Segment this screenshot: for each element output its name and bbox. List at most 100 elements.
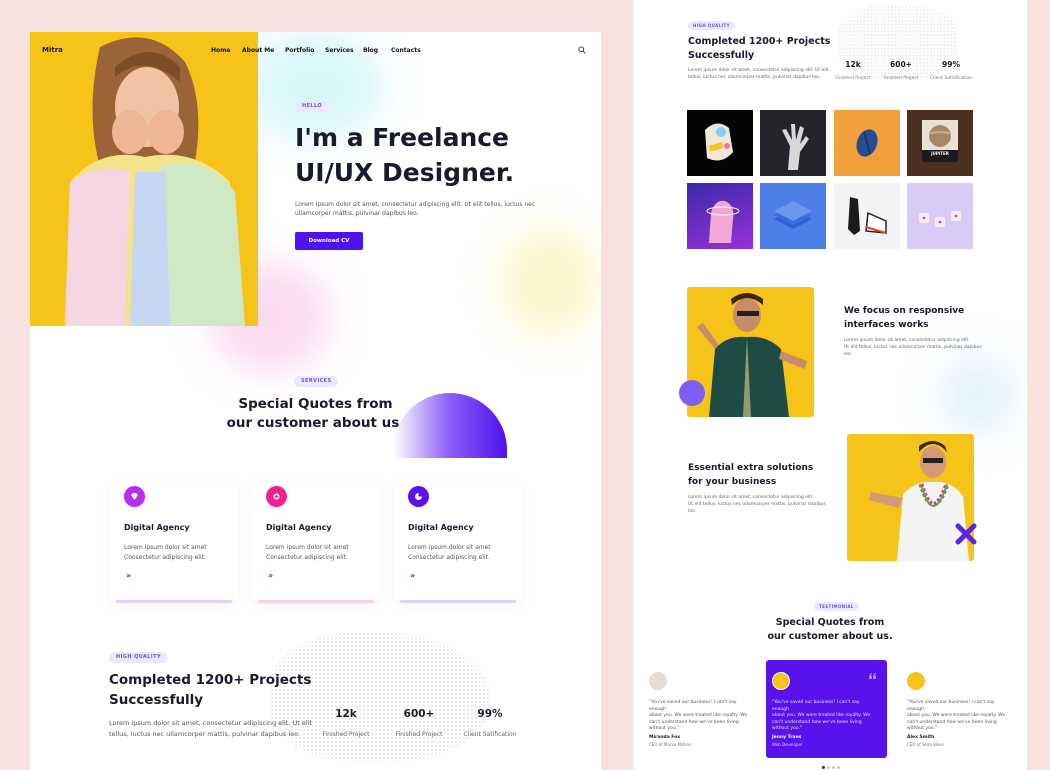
carousel-dot[interactable] xyxy=(827,766,830,769)
chart-icon xyxy=(408,486,429,507)
services-title-line2: our customer about us. xyxy=(226,415,405,431)
avatar xyxy=(649,672,667,690)
carousel-dot-active[interactable] xyxy=(822,766,825,769)
nav-home[interactable]: Home xyxy=(211,47,230,54)
nav-portfolio[interactable]: Portfolio xyxy=(285,47,314,54)
quality-desc-line1: Lorem ipsum dolor sit amet, consectetur … xyxy=(688,68,829,73)
portfolio-tile[interactable] xyxy=(907,183,973,249)
hero-desc-line2: ullamcorper mattis, pulvinar dapibus leo… xyxy=(295,210,419,217)
testimonial-name: Alex Smith xyxy=(907,735,935,740)
carousel-dots xyxy=(822,766,840,769)
portfolio-tile[interactable]: JUPITER xyxy=(907,110,973,176)
quote-mark-icon xyxy=(869,673,876,679)
double-chevron-right-icon[interactable]: » xyxy=(410,571,415,580)
feature1-title-line2: interfaces works xyxy=(844,320,929,330)
quality-desc-line1: Lorem ipsum dolor sit amet, consectetur … xyxy=(109,719,313,727)
quality-title-line2: Successfully xyxy=(688,50,755,61)
carousel-dot[interactable] xyxy=(837,766,840,769)
world-map-dots xyxy=(270,632,490,762)
avatar xyxy=(772,672,790,690)
stat-label: Client Satification xyxy=(463,731,517,738)
nav-services[interactable]: Services xyxy=(325,47,354,54)
quality-tag: HIGH QUALITY xyxy=(109,652,168,663)
feature2-desc-line2: Ut elit tellus, luctus nec ullamcorper m… xyxy=(688,502,826,507)
service-card[interactable]: Digital Agency Lorem ipsum dolor sit ame… xyxy=(394,482,522,603)
diamond-icon xyxy=(124,486,145,507)
hero-photo xyxy=(30,32,258,326)
quality-title-line2: Successfully xyxy=(109,692,204,708)
quality-title-line1: Completed 1200+ Projects xyxy=(688,36,831,47)
double-chevron-right-icon[interactable]: » xyxy=(268,571,273,580)
testimonial-card: "You've saved our business! I can't say … xyxy=(901,660,1021,758)
search-icon[interactable] xyxy=(578,46,586,54)
hero-title-line1: I'm a Freelance xyxy=(295,123,510,152)
feature1-desc-line1: Lorem ipsum dolor sit amet, consectetur … xyxy=(844,338,970,343)
portfolio-tile[interactable] xyxy=(760,183,826,249)
portfolio-tile[interactable] xyxy=(834,110,900,176)
homepage-right-mockup: HIGH QUALITY Completed 1200+ Projects Su… xyxy=(633,0,1027,770)
download-cv-button[interactable]: Download CV xyxy=(295,232,363,250)
service-card-title: Digital Agency xyxy=(408,523,474,532)
nav-about[interactable]: About Me xyxy=(242,47,274,54)
feature1-title-line1: We focus on responsive xyxy=(844,306,965,316)
stat-label: Finished Project xyxy=(883,76,919,81)
services-tag: SERVICES xyxy=(294,376,339,387)
quality-desc-line2: tellus, luctus nec ullamcorper mattis, p… xyxy=(109,730,301,738)
double-chevron-right-icon[interactable]: » xyxy=(126,571,131,580)
testimonial-quote: "You've saved our business! I can't say … xyxy=(907,700,1006,731)
testimonial-quote: "You've saved our business! I can't say … xyxy=(649,700,748,731)
service-card-title: Digital Agency xyxy=(266,523,332,532)
hero-desc-line1: Lorem ipsum dolor sit amet, consectetur … xyxy=(295,201,536,208)
service-card[interactable]: Digital Agency Lorem ipsum dolor sit ame… xyxy=(110,482,238,603)
quality-tag: HIGH QUALITY xyxy=(688,21,735,30)
carousel-dot[interactable] xyxy=(832,766,835,769)
hero-tag: HELLO xyxy=(295,101,330,112)
badge-icon xyxy=(266,486,287,507)
portfolio-tile[interactable] xyxy=(760,110,826,176)
feature-photo-man xyxy=(687,287,814,417)
stat-value: 12k xyxy=(845,60,861,69)
service-card[interactable]: Digital Agency Lorem ipsum dolor sit ame… xyxy=(252,482,380,603)
service-card-text: Lorem ipsum dolor sit amet Consectetur ad… xyxy=(408,544,491,561)
brand-logo[interactable]: Mitra xyxy=(42,46,63,54)
testimonial-card: "You've saved our business! I can't say … xyxy=(643,660,763,758)
portfolio-tile[interactable] xyxy=(834,183,900,249)
stat-value: 99% xyxy=(942,60,960,69)
stat-value: 600+ xyxy=(403,708,435,720)
tile-label: JUPITER xyxy=(931,151,949,156)
service-card-text: Lorem ipsum dolor sit amet Consectetur ad… xyxy=(266,544,349,561)
quality-title-line1: Completed 1200+ Projects xyxy=(109,672,312,688)
services-title-line1: Special Quotes from xyxy=(238,396,393,412)
testimonial-name: Jenny Trans xyxy=(772,735,802,740)
hero-title-line2: UI/UX Designer. xyxy=(295,158,515,187)
feature1-desc-line3: leo. xyxy=(844,352,853,357)
nav-blog[interactable]: Blog xyxy=(363,47,378,54)
testimonial-tag: TESTIMONIAL xyxy=(814,602,859,611)
testimonial-name: Miranda Fox xyxy=(649,735,681,740)
feature2-title-line2: for your business xyxy=(688,477,777,487)
feature2-desc-line1: Lorem ipsum dolor sit amet, consectetur … xyxy=(688,495,814,500)
stat-value: 600+ xyxy=(890,60,912,69)
decorative-circle xyxy=(679,380,705,406)
portfolio-tile[interactable] xyxy=(687,110,753,176)
testimonial-quote: "You've saved our business! I can't say … xyxy=(772,700,871,731)
testimonial-role: CEO of Marvo Motion xyxy=(649,742,692,747)
stat-value: 12k xyxy=(335,708,357,720)
testimonial-title-line1: Special Quotes from xyxy=(775,617,885,628)
testimonial-role: CEO of Seda Bikes xyxy=(907,742,944,747)
testimonial-title-line2: our customer about us. xyxy=(767,631,893,642)
stat-label: Finished Project xyxy=(835,76,871,81)
stat-label: Finished Project xyxy=(395,731,443,738)
portfolio-tile[interactable] xyxy=(687,183,753,249)
nav-contacts[interactable]: Contacts xyxy=(391,47,421,54)
avatar xyxy=(907,672,925,690)
feature1-desc-line2: Ut elit tellus, luctus nec ullamcorper m… xyxy=(844,345,982,350)
feature2-title-line1: Essential extra solutions xyxy=(688,463,814,473)
stat-label: Client Satisfication xyxy=(929,76,973,81)
quality-desc-line2: tellus, luctus nec ullamcorper mattis, p… xyxy=(688,75,821,80)
homepage-left-mockup: Mitra Home About Me Portfolio Services B… xyxy=(30,32,601,770)
feature2-desc-line3: leo. xyxy=(688,509,697,514)
testimonial-role: Web Developer xyxy=(772,742,803,747)
service-card-title: Digital Agency xyxy=(124,523,190,532)
close-x-icon xyxy=(955,523,977,545)
